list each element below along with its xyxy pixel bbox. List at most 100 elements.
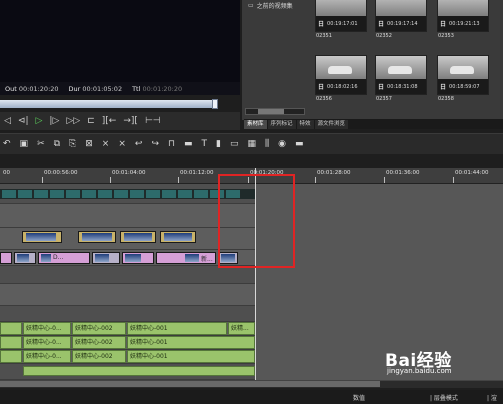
audio-clip[interactable]: 妖精中心-002 [72, 350, 126, 363]
highlight-annotation [218, 174, 295, 268]
status-render: | 渲 [487, 395, 497, 402]
ruler-tick [384, 177, 385, 183]
record-icon[interactable]: ◉ [278, 139, 286, 149]
dur-label: Dur [68, 84, 81, 93]
thumbnail-id: 02356 [316, 96, 332, 102]
audio-clip[interactable]: 妖精中心-001 [127, 350, 255, 363]
audio-clip[interactable]: 妖精中心-0... [23, 336, 71, 349]
bin-scrollbar-thumb[interactable] [258, 109, 284, 114]
audio-clip[interactable]: 妖精中心-002 [72, 322, 126, 335]
fast-forward-icon[interactable]: ▷▷ [66, 116, 80, 126]
bin-thumbnail[interactable]: 日 00:18:02:16 [315, 55, 367, 95]
video-clip[interactable] [122, 252, 154, 264]
transition-clip[interactable] [120, 231, 156, 243]
preview-position-handle[interactable] [212, 99, 218, 109]
video-clip[interactable] [14, 252, 36, 264]
bin-folder-label: 之前的视频集 [256, 3, 293, 10]
bin-thumbnail[interactable]: 日 00:19:17:01 [315, 0, 367, 32]
clip-type-icon: 日 [378, 84, 385, 91]
match-frame-icon[interactable]: ⊢⊣ [145, 116, 161, 126]
render-icon[interactable]: ▭ [230, 139, 239, 149]
status-bar: 数值 | 层叠模式 | 渲 [0, 390, 503, 404]
clip-type-icon: 日 [440, 84, 447, 91]
grid-icon[interactable]: ▦ [248, 139, 257, 149]
text-tool-icon[interactable]: T [202, 139, 208, 149]
bin-thumbnail[interactable]: 日 00:18:31:08 [375, 55, 427, 95]
audio-clip[interactable]: 妖精中心-001 [127, 336, 255, 349]
bin-thumbnail[interactable]: 日 00:19:21:13 [437, 0, 489, 32]
audio-clip[interactable]: 妖精中心-0... [23, 322, 71, 335]
set-in-icon[interactable]: ][← [102, 116, 117, 126]
ripple-icon[interactable]: ⨯ [118, 139, 126, 149]
clip-type-icon: 日 [318, 21, 325, 28]
set-out-icon[interactable]: →][ [123, 116, 138, 126]
dur-timecode: 00:01:05:02 [82, 84, 123, 93]
thumbnail-id: 02353 [438, 33, 454, 39]
thumbnail-id: 02352 [376, 33, 392, 39]
clip-type-icon: 日 [440, 21, 447, 28]
undo-icon[interactable]: ↶ [3, 139, 11, 149]
audio-clip[interactable]: 妖精中心-0... [23, 350, 71, 363]
paste-icon[interactable]: ⎘ [69, 139, 76, 149]
transport-controls: ◁ ⊲| ▷ |▷ ▷▷ ⊏ ][← →][ ⊢⊣ [0, 112, 240, 130]
copy-icon[interactable]: ⧉ [54, 139, 60, 149]
split-icon[interactable]: ⨯ [102, 139, 110, 149]
clip-thumbnail-image [438, 0, 488, 16]
ttl-label: Ttl [132, 84, 141, 93]
ruler-tick [178, 177, 179, 183]
bin-thumbnail[interactable]: 日 00:18:59:07 [437, 55, 489, 95]
audio-clip[interactable]: 妖精... [228, 322, 255, 335]
baidu-watermark: Bai经验 jingyan.baidu.com [385, 346, 495, 376]
step-back-icon[interactable]: ⊲| [18, 116, 29, 126]
timeline-scrollbar-thumb[interactable] [0, 381, 380, 387]
transition-clip[interactable] [160, 231, 196, 243]
tab-asset-library[interactable]: 素材库 [244, 120, 267, 129]
step-forward-icon[interactable]: |▷ [49, 116, 59, 126]
video-clip[interactable]: 新... [156, 252, 216, 264]
menu-icon[interactable]: ▬ [295, 139, 304, 149]
tab-sequence-markers[interactable]: 序列标记 [267, 120, 296, 129]
mark-out-icon[interactable]: ◁ [4, 116, 11, 126]
clip-thumbnail-image [376, 56, 426, 79]
delete-icon[interactable]: ⊠ [85, 139, 93, 149]
marker-icon[interactable]: ▬ [184, 139, 193, 149]
out-label: Out [5, 84, 17, 93]
tab-source-browser[interactable]: 源文件浏览 [314, 120, 349, 129]
ruler-tick [110, 177, 111, 183]
video-clip[interactable] [92, 252, 120, 264]
loop-icon[interactable]: ⊏ [87, 116, 95, 126]
save-icon[interactable]: ▣ [20, 139, 29, 149]
preview-timecode-bar: Out 00:01:20:20 Dur 00:01:05:02 Ttl 00:0… [0, 82, 240, 95]
mixer-icon[interactable]: ⫼ [265, 139, 269, 149]
clip-type-icon: 日 [378, 21, 385, 28]
snap-icon[interactable]: ⊓ [168, 139, 175, 149]
audio-clip[interactable] [23, 366, 255, 376]
ruler-tick [453, 177, 454, 183]
video-clip[interactable] [0, 252, 12, 264]
tab-effects[interactable]: 特效 [296, 120, 314, 129]
status-blend-mode: | 层叠模式 [430, 395, 458, 402]
ruler-label: 00:01:12:00 [180, 170, 214, 176]
audio-clip[interactable]: 妖精中心-001 [127, 322, 227, 335]
lock-icon[interactable]: ▮ [216, 139, 221, 149]
undo-alt-icon[interactable]: ↩ [135, 139, 143, 149]
preview-position-fill [0, 100, 217, 108]
cut-icon[interactable]: ✂ [37, 139, 45, 149]
ttl-timecode: 00:01:20:20 [142, 84, 183, 93]
transition-clip[interactable] [78, 231, 116, 243]
video-clip[interactable]: D... [38, 252, 90, 264]
clip-type-icon: 日 [318, 84, 325, 91]
audio-clip[interactable] [0, 322, 22, 335]
ruler-label: 00:01:28:00 [317, 170, 351, 176]
audio-clip[interactable] [0, 336, 22, 349]
bin-thumbnail[interactable]: 日 00:19:17:14 [375, 0, 427, 32]
audio-clip[interactable] [0, 350, 22, 363]
redo-icon[interactable]: ↪ [151, 139, 159, 149]
clip-thumbnail-image [438, 56, 488, 79]
transition-clip[interactable] [22, 231, 62, 243]
play-icon[interactable]: ▷ [36, 116, 43, 126]
ruler-label: 00:01:04:00 [112, 170, 146, 176]
ruler-tick [42, 177, 43, 183]
audio-clip[interactable]: 妖精中心-002 [72, 336, 126, 349]
ruler-label: 00:00:56:00 [44, 170, 78, 176]
